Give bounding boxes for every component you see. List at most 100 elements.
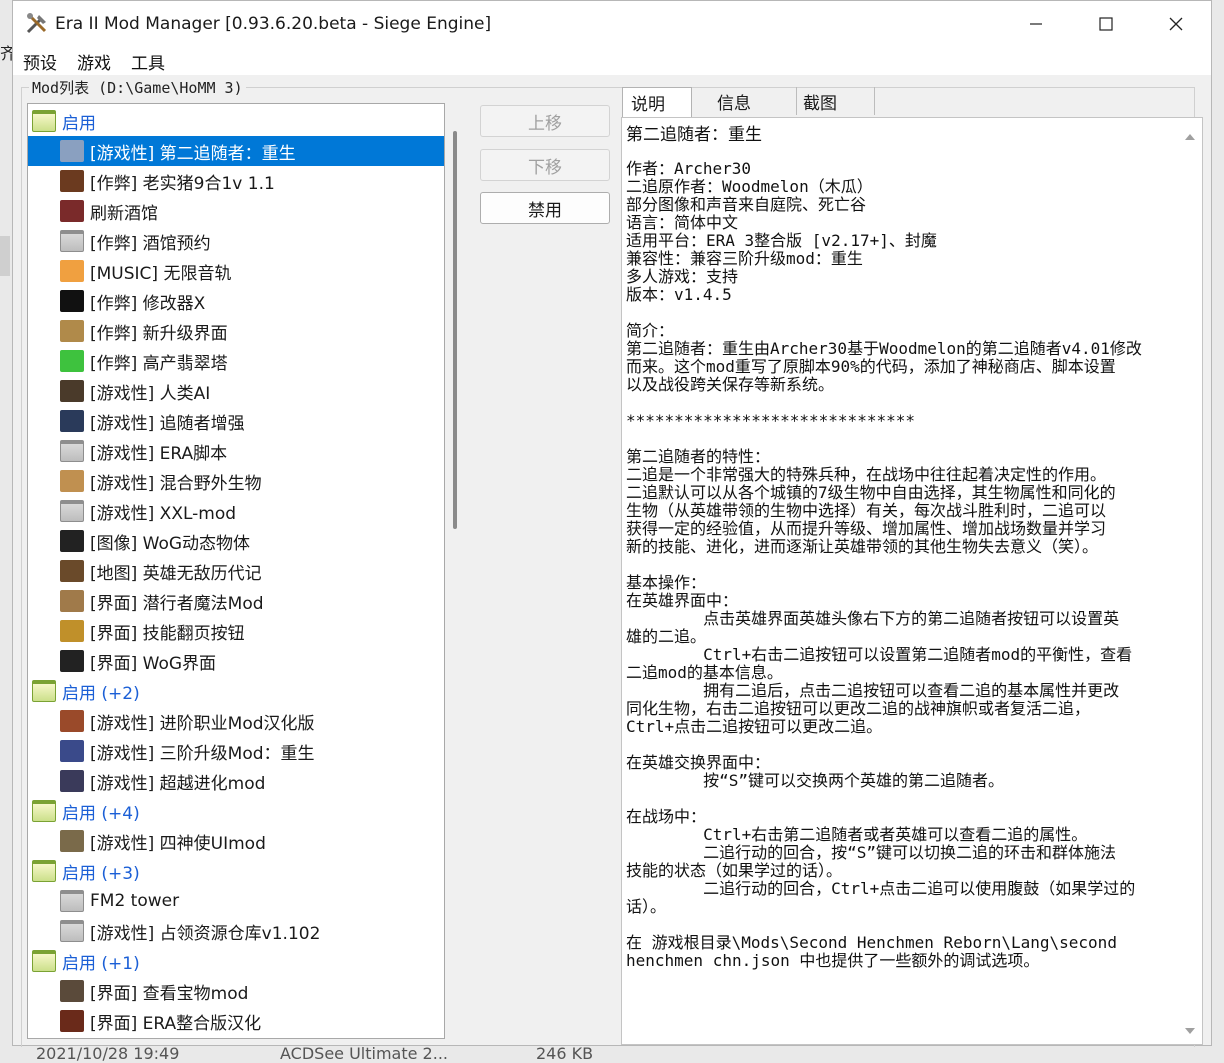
list-item[interactable]: [界面] ERA整合版汉化 bbox=[28, 1006, 444, 1036]
maximize-button[interactable] bbox=[1071, 1, 1141, 47]
list-group-header[interactable]: 启用 (+3) bbox=[28, 856, 444, 886]
list-item-label: [游戏性] 占领资源仓库v1.102 bbox=[90, 923, 321, 944]
magic-icon bbox=[60, 590, 84, 612]
gear-icon bbox=[60, 830, 84, 852]
list-item-label: [MUSIC] 无限音轨 bbox=[90, 263, 232, 284]
list-item-label: 启用 (+1) bbox=[62, 953, 140, 974]
list-item[interactable]: [作弊] 老实猪9合1v 1.1 bbox=[28, 166, 444, 196]
close-icon bbox=[1169, 17, 1183, 31]
list-item-label: [界面] ERA整合版汉化 bbox=[90, 1013, 262, 1034]
folder-icon bbox=[32, 680, 56, 702]
move-up-button[interactable]: 上移 bbox=[480, 105, 610, 137]
disable-button[interactable]: 禁用 bbox=[480, 192, 610, 224]
list-item[interactable]: FM2 tower bbox=[28, 886, 444, 916]
list-item[interactable]: [MUSIC] 无限音轨 bbox=[28, 256, 444, 286]
list-group-header[interactable]: 启用 (+4) bbox=[28, 796, 444, 826]
folder-icon bbox=[32, 800, 56, 822]
tab-description[interactable]: 说明 bbox=[622, 87, 692, 117]
folder-icon bbox=[32, 110, 56, 132]
description-panel[interactable]: 第二追随者：重生 作者：Archer30 二追原作者：Woodmelon（木瓜） … bbox=[621, 117, 1203, 1045]
list-item[interactable]: [游戏性] 第二追随者：重生 bbox=[28, 136, 444, 166]
orb-icon bbox=[60, 740, 84, 762]
list-item-label: 刷新酒馆 bbox=[90, 203, 158, 224]
folder-icon bbox=[32, 860, 56, 882]
description-text: 第二追随者：重生 作者：Archer30 二追原作者：Woodmelon（木瓜） … bbox=[626, 124, 1178, 970]
menu-tools[interactable]: 工具 bbox=[131, 49, 165, 74]
list-item-label: [作弊] 新升级界面 bbox=[90, 323, 228, 344]
list-item-label: [界面] 潜行者魔法Mod bbox=[90, 593, 264, 614]
list-item[interactable]: 刷新酒馆 bbox=[28, 196, 444, 226]
list-item-label: [游戏性] XXL-mod bbox=[90, 503, 237, 524]
tavern-icon bbox=[60, 200, 84, 222]
background-strip bbox=[0, 236, 10, 276]
list-item[interactable]: [地图] 英雄无敌历代记 bbox=[28, 556, 444, 586]
list-item[interactable]: [界面] 潜行者魔法Mod bbox=[28, 586, 444, 616]
list-item[interactable]: [游戏性] XXL-mod bbox=[28, 496, 444, 526]
emerald-icon bbox=[60, 350, 84, 372]
wog-icon bbox=[60, 530, 84, 552]
menu-game[interactable]: 游戏 bbox=[77, 49, 111, 74]
mod-list-legend: Mod列表 (D:\Game\HoMM 3) bbox=[29, 77, 246, 98]
list-item-label: [界面] 技能翻页按钮 bbox=[90, 623, 245, 644]
artifact-icon bbox=[60, 980, 84, 1002]
list-item[interactable]: [作弊] 高产翡翠塔 bbox=[28, 346, 444, 376]
list-item[interactable]: [游戏性] 追随者增强 bbox=[28, 406, 444, 436]
minimize-button[interactable] bbox=[1001, 1, 1071, 47]
close-button[interactable] bbox=[1141, 1, 1211, 47]
list-item[interactable]: [游戏性] 占领资源仓库v1.102 bbox=[28, 916, 444, 946]
list-item[interactable]: [游戏性] 超越进化mod bbox=[28, 766, 444, 796]
list-group-header[interactable]: 启用 (+2) bbox=[28, 676, 444, 706]
list-item[interactable]: [作弊] 新升级界面 bbox=[28, 316, 444, 346]
list-item-label: [游戏性] ERA脚本 bbox=[90, 443, 228, 464]
move-down-button[interactable]: 下移 bbox=[480, 149, 610, 181]
tools-icon bbox=[26, 13, 47, 34]
list-item[interactable]: [作弊] 修改器X bbox=[28, 286, 444, 316]
list-item[interactable]: [游戏性] 四神使UImod bbox=[28, 826, 444, 856]
menu-presets[interactable]: 预设 bbox=[23, 49, 57, 74]
folder-icon bbox=[60, 920, 84, 942]
list-item-label: 启用 bbox=[62, 113, 96, 134]
menu-bar: 预设 游戏 工具 bbox=[13, 47, 1211, 75]
list-item-label: [游戏性] 超越进化mod bbox=[90, 773, 266, 794]
mod-list[interactable]: 启用 [游戏性] 第二追随者：重生 [作弊] 老实猪9合1v 1.1 刷新酒馆 [作弊]… bbox=[27, 103, 445, 1039]
list-item[interactable]: [游戏性] 人类AI bbox=[28, 376, 444, 406]
mod-list-scrollbar[interactable] bbox=[453, 131, 457, 529]
list-item-label: [游戏性] 四神使UImod bbox=[90, 833, 266, 854]
list-item[interactable]: [界面] 技能翻页按钮 bbox=[28, 616, 444, 646]
upgrade-icon bbox=[60, 320, 84, 342]
list-item[interactable]: [游戏性] 三阶升级Mod：重生 bbox=[28, 736, 444, 766]
list-item[interactable]: [界面] 查看宝物mod bbox=[28, 976, 444, 1006]
list-item-label: 启用 (+2) bbox=[62, 683, 140, 704]
skill-icon bbox=[60, 620, 84, 642]
list-item-label: [游戏性] 混合野外生物 bbox=[90, 473, 262, 494]
list-item[interactable]: [游戏性] ERA脚本 bbox=[28, 436, 444, 466]
map-icon bbox=[60, 560, 84, 582]
scroll-up-icon[interactable] bbox=[1184, 132, 1196, 142]
follower-icon bbox=[60, 410, 84, 432]
minimize-icon bbox=[1030, 23, 1042, 25]
list-item[interactable]: [图像] WoG动态物体 bbox=[28, 526, 444, 556]
list-item[interactable]: [界面] WoG界面 bbox=[28, 646, 444, 676]
list-group-header[interactable]: 启用 bbox=[28, 106, 444, 136]
list-item-label: 启用 (+3) bbox=[62, 863, 140, 884]
window-title: Era II Mod Manager [0.93.6.20.beta - Sie… bbox=[55, 14, 492, 34]
list-item[interactable]: [游戏性] 进阶职业Mod汉化版 bbox=[28, 706, 444, 736]
list-item-label: [作弊] 酒馆预约 bbox=[90, 233, 211, 254]
list-item-label: 启用 (+4) bbox=[62, 803, 140, 824]
background-text: 齐 bbox=[0, 44, 12, 63]
list-item-label: [作弊] 修改器X bbox=[90, 293, 206, 314]
tab-screenshots[interactable]: 截图 bbox=[795, 87, 875, 115]
folder-icon bbox=[60, 440, 84, 462]
description-body: 作者：Archer30 二追原作者：Woodmelon（木瓜） 部分图像和声音来… bbox=[626, 159, 1142, 970]
list-item[interactable]: [作弊] 酒馆预约 bbox=[28, 226, 444, 256]
mod-icon bbox=[60, 170, 84, 192]
scroll-down-icon[interactable] bbox=[1184, 1026, 1196, 1036]
music-icon bbox=[60, 260, 84, 282]
list-item-label: [游戏性] 人类AI bbox=[90, 383, 211, 404]
tab-info[interactable]: 信息 bbox=[709, 87, 797, 115]
list-item-label: [游戏性] 三阶升级Mod：重生 bbox=[90, 743, 315, 764]
list-item[interactable]: [游戏性] 混合野外生物 bbox=[28, 466, 444, 496]
list-group-header[interactable]: 启用 (+1) bbox=[28, 946, 444, 976]
list-item-label: [游戏性] 进阶职业Mod汉化版 bbox=[90, 713, 315, 734]
title-bar[interactable]: Era II Mod Manager [0.93.6.20.beta - Sie… bbox=[13, 1, 1211, 47]
